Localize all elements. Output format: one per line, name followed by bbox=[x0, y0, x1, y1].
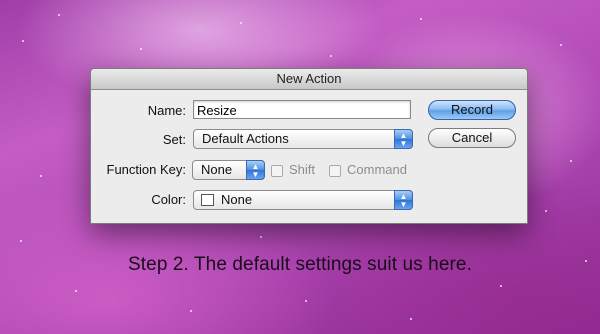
color-value: None bbox=[221, 192, 253, 207]
name-input[interactable]: Resize bbox=[193, 100, 411, 119]
color-swatch-icon bbox=[201, 194, 214, 206]
color-label: Color: bbox=[151, 192, 186, 207]
popup-arrows-icon: ▲ ▼ bbox=[246, 160, 265, 180]
command-label: Command bbox=[347, 162, 407, 177]
shift-checkbox[interactable] bbox=[271, 165, 283, 177]
record-button[interactable]: Record bbox=[428, 100, 516, 120]
set-popup[interactable]: Default Actions ▲ ▼ bbox=[193, 129, 413, 149]
step-caption: Step 2. The default settings suit us her… bbox=[128, 254, 472, 275]
set-value: Default Actions bbox=[202, 131, 289, 146]
function-key-value: None bbox=[201, 162, 233, 177]
function-key-popup[interactable]: None ▲ ▼ bbox=[192, 160, 265, 180]
popup-arrows-icon: ▲ ▼ bbox=[394, 129, 413, 149]
cancel-button[interactable]: Cancel bbox=[428, 128, 516, 148]
command-checkbox[interactable] bbox=[329, 165, 341, 177]
set-label: Set: bbox=[162, 132, 186, 147]
new-action-dialog: New Action Name: Resize Set: Default Act… bbox=[90, 68, 528, 224]
color-popup[interactable]: None ▲ ▼ bbox=[193, 190, 413, 210]
popup-arrows-icon: ▲ ▼ bbox=[394, 190, 413, 210]
shift-label: Shift bbox=[289, 162, 316, 177]
name-label: Name: bbox=[147, 103, 186, 118]
dialog-title: New Action bbox=[91, 69, 527, 90]
function-key-label: Function Key: bbox=[106, 162, 187, 177]
